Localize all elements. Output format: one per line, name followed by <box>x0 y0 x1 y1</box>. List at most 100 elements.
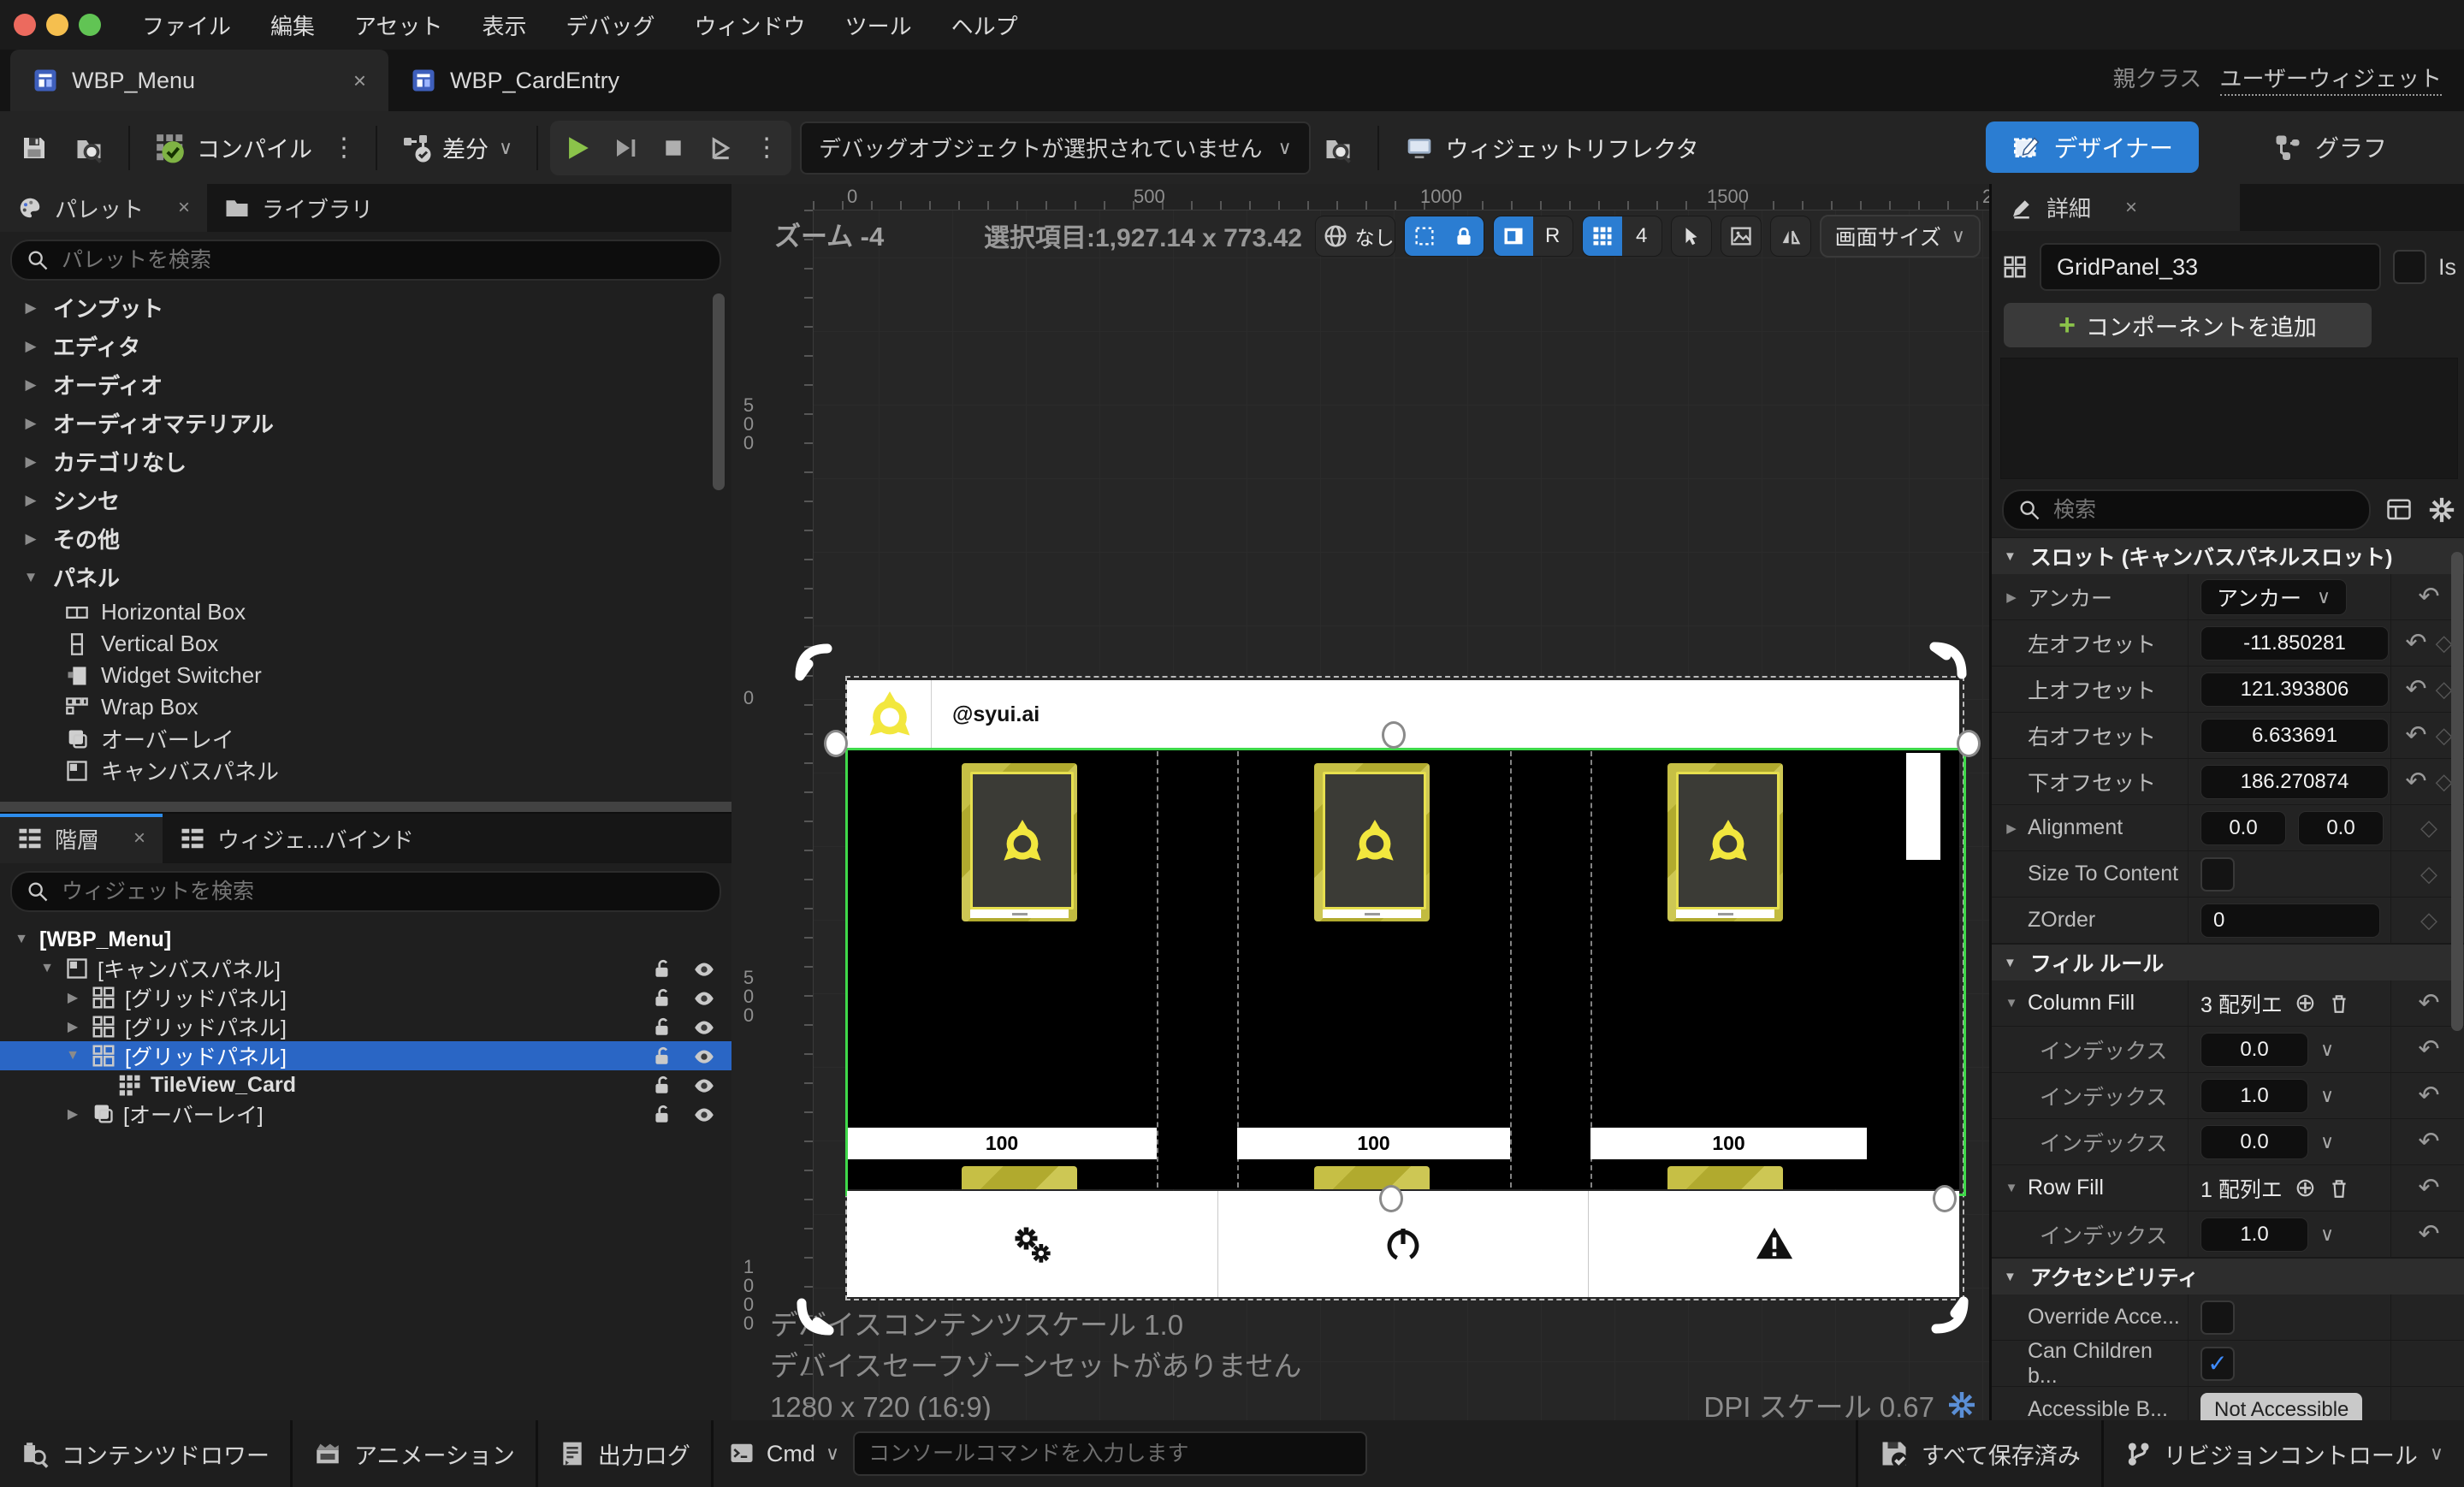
compile-button[interactable]: コンパイル <box>142 121 324 175</box>
diff-button[interactable]: 差分 ∨ <box>389 121 524 175</box>
localization-none-button[interactable]: なし <box>1355 216 1395 256</box>
settings-gear-icon[interactable] <box>2427 495 2456 524</box>
designer-canvas[interactable]: 0 500 1000 1500 200 5 0 0 0 5 0 0 1 0 0 0 ズーム -… <box>732 184 1989 1420</box>
menu-item[interactable]: 表示 <box>483 9 527 41</box>
add-element-icon[interactable]: ⊕ <box>2295 988 2316 1018</box>
minimize-window-button[interactable] <box>46 14 68 36</box>
bind-diamond-icon[interactable]: ◇ <box>2436 630 2453 656</box>
number-input[interactable]: 6.633691 <box>2200 718 2389 753</box>
palette-category[interactable]: ▶ カテゴリなし <box>0 442 732 481</box>
number-input[interactable]: 121.393806 <box>2200 672 2389 707</box>
rotate-handle[interactable] <box>1928 1294 1970 1337</box>
display-filter-icon[interactable] <box>2384 497 2414 523</box>
widget-name-input[interactable] <box>2040 243 2382 291</box>
anchor-dropdown[interactable]: アンカー ∨ <box>2200 578 2348 615</box>
hierarchy-node[interactable]: ▶ [グリッドパネル] <box>0 1012 732 1041</box>
hierarchy-search-input[interactable] <box>60 878 706 905</box>
eye-icon[interactable] <box>692 1045 716 1067</box>
menu-item[interactable]: ウィンドウ <box>695 9 806 41</box>
chevron-right-icon[interactable]: ▶ <box>63 1018 82 1035</box>
palette-item[interactable]: Widget Switcher <box>0 660 732 691</box>
details-search-input[interactable] <box>2052 496 2355 524</box>
menu-item[interactable]: アセット <box>354 9 442 41</box>
resize-handle[interactable] <box>1957 730 1981 757</box>
is-variable-checkbox[interactable] <box>2393 250 2426 284</box>
palette-item[interactable]: キャンバスパネル <box>0 755 732 786</box>
chevron-down-icon[interactable]: ∨ <box>2320 1085 2334 1107</box>
advance-button[interactable] <box>699 126 743 170</box>
design-bottom-menu[interactable] <box>847 1191 1959 1297</box>
save-button[interactable] <box>7 121 62 175</box>
chevron-down-icon[interactable]: ∨ <box>2320 1131 2334 1153</box>
content-drawer-button[interactable]: コンテンツドロワー <box>0 1420 290 1487</box>
compile-options-icon[interactable]: ⋮ <box>324 133 364 163</box>
tab-wbp-cardentry[interactable]: WBP_CardEntry <box>388 50 642 111</box>
palette-item[interactable]: Wrap Box <box>0 691 732 723</box>
bind-diamond-icon[interactable]: ◇ <box>2436 676 2453 702</box>
number-input[interactable]: 0.0 <box>2200 1032 2308 1067</box>
palette-category[interactable]: ▼ パネル <box>0 558 732 596</box>
bind-diamond-icon[interactable]: ◇ <box>2436 722 2453 749</box>
chevron-right-icon[interactable]: ▶ <box>63 1105 82 1123</box>
unlock-icon[interactable] <box>651 986 673 1009</box>
eye-icon[interactable] <box>692 957 716 980</box>
parent-class-link[interactable]: ユーザーウィジェット <box>2219 66 2442 96</box>
property-checkbox[interactable] <box>2200 856 2235 892</box>
tab-hierarchy[interactable]: 階層 × <box>0 814 163 863</box>
bind-diamond-icon[interactable]: ◇ <box>2420 907 2437 933</box>
outline-toggle-button[interactable] <box>1493 216 1533 256</box>
menu-item[interactable]: ツール <box>845 9 912 41</box>
eye-icon[interactable] <box>692 1074 716 1096</box>
close-icon[interactable]: × <box>178 196 190 220</box>
revision-control-button[interactable]: リビジョンコントロール ∨ <box>2103 1420 2464 1487</box>
preview-background-button[interactable] <box>1721 216 1761 256</box>
palette-category[interactable]: ▶ エディタ <box>0 327 732 365</box>
palette-scrollbar[interactable] <box>713 293 725 490</box>
chevron-down-icon[interactable]: ▼ <box>12 932 31 947</box>
rotate-handle[interactable] <box>793 640 836 683</box>
trash-icon[interactable] <box>2328 1176 2350 1200</box>
details-section-header[interactable]: ▼ スロット (キャンバスパネルスロット) <box>1992 537 2464 574</box>
number-input[interactable]: 0.0 <box>2200 1124 2308 1159</box>
close-window-button[interactable] <box>14 14 36 36</box>
add-component-button[interactable]: + コンポーネントを追加 <box>2004 303 2372 347</box>
resize-handle[interactable] <box>1379 1185 1403 1212</box>
eye-icon[interactable] <box>692 986 716 1009</box>
chevron-down-icon[interactable]: ▼ <box>2002 1181 2021 1195</box>
tab-library[interactable]: ライブラリ <box>207 184 390 232</box>
details-section-header[interactable]: ▼ アクセシビリティ <box>1992 1258 2464 1294</box>
palette-partial-row[interactable] <box>0 802 732 812</box>
hierarchy-node[interactable]: ▼ [キャンバスパネル] <box>0 954 732 983</box>
palette-category[interactable]: ▶ その他 <box>0 519 732 558</box>
flip-preview-button[interactable] <box>1771 216 1810 256</box>
output-log-button[interactable]: 出力ログ <box>537 1420 711 1487</box>
rotate-handle[interactable] <box>1928 640 1970 683</box>
screen-size-dropdown[interactable]: 画面サイズ ∨ <box>1819 215 1981 258</box>
localization-preview-button[interactable] <box>1316 216 1355 256</box>
respect-locks-button[interactable]: R <box>1533 216 1573 256</box>
palette-category[interactable]: ▶ オーディオ <box>0 365 732 404</box>
palette-category[interactable]: ▶ オーディオマテリアル <box>0 404 732 442</box>
hierarchy-node[interactable]: ▼ [WBP_Menu] <box>0 925 732 954</box>
menu-item[interactable]: ヘルプ <box>951 9 1018 41</box>
palette-item[interactable]: オーバーレイ <box>0 723 732 755</box>
stop-button[interactable] <box>651 126 696 170</box>
save-all-button[interactable]: すべて保存済み <box>1857 1420 2101 1487</box>
tab-wbp-menu[interactable]: WBP_Menu × <box>10 50 388 111</box>
number-input[interactable]: 0.0 <box>2298 810 2384 845</box>
browse-debug-button[interactable] <box>1311 121 1365 175</box>
number-input[interactable]: 0.0 <box>2200 810 2286 845</box>
cursor-tool-button[interactable] <box>1672 216 1711 256</box>
eye-icon[interactable] <box>692 1016 716 1038</box>
maximize-window-button[interactable] <box>79 14 101 36</box>
unlock-icon[interactable] <box>651 1016 673 1038</box>
play-options-icon[interactable]: ⋮ <box>747 133 786 163</box>
palette-item[interactable]: Horizontal Box <box>0 596 732 628</box>
hierarchy-node[interactable]: ▼ [グリッドパネル] <box>0 1041 732 1070</box>
grid-snap-button[interactable] <box>1582 216 1622 256</box>
chevron-down-icon[interactable]: ▼ <box>63 1048 82 1063</box>
grid-snap-size-button[interactable]: 4 <box>1622 216 1661 256</box>
unlock-icon[interactable] <box>651 1045 673 1067</box>
palette-item[interactable]: Vertical Box <box>0 628 732 660</box>
close-icon[interactable]: × <box>2125 196 2137 220</box>
